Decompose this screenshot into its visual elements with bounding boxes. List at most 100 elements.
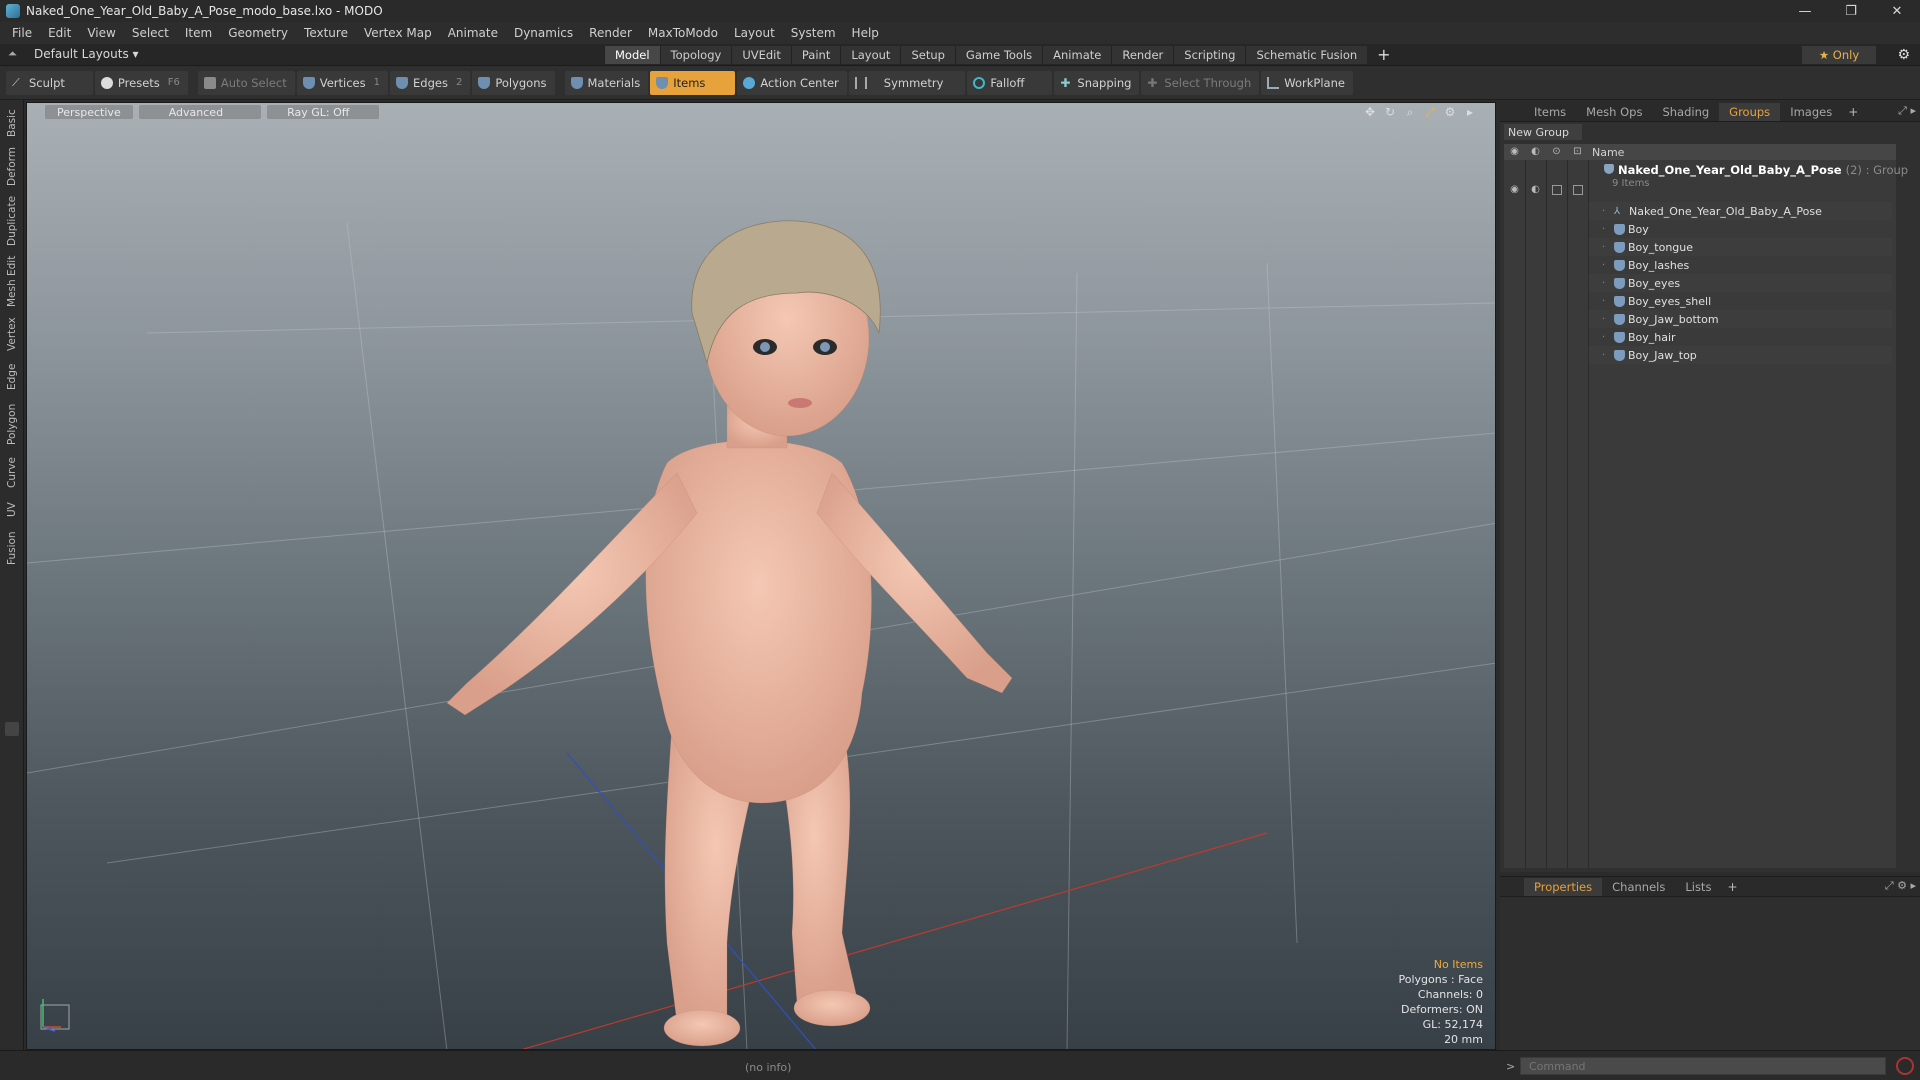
- lock-column-icon[interactable]: ⊙: [1546, 144, 1567, 160]
- tab-lists[interactable]: Lists: [1675, 878, 1721, 896]
- menu-dynamics[interactable]: Dynamics: [506, 26, 581, 40]
- vtab-basic[interactable]: Basic: [4, 106, 20, 140]
- menu-render[interactable]: Render: [581, 26, 640, 40]
- menu-vertex-map[interactable]: Vertex Map: [356, 26, 440, 40]
- vtab-edge[interactable]: Edge: [4, 360, 20, 394]
- tab-animate[interactable]: Animate: [1042, 46, 1112, 64]
- tab-model[interactable]: Model: [604, 46, 660, 64]
- tab-render[interactable]: Render: [1111, 46, 1174, 64]
- symmetry-button[interactable]: Symmetry: [848, 70, 966, 95]
- raygl-button[interactable]: Ray GL: Off: [267, 105, 380, 119]
- materials-button[interactable]: Materials: [564, 70, 649, 95]
- vtab-vertex[interactable]: Vertex: [4, 314, 20, 354]
- vtab-fusion[interactable]: Fusion: [4, 528, 20, 568]
- menu-layout[interactable]: Layout: [726, 26, 783, 40]
- group-visibility-icon[interactable]: ◉: [1504, 184, 1525, 198]
- shading-button[interactable]: Advanced: [138, 105, 262, 119]
- list-item[interactable]: · Boy_eyes: [1588, 274, 1892, 292]
- menu-select[interactable]: Select: [124, 26, 177, 40]
- tab-setup[interactable]: Setup: [900, 46, 955, 64]
- group-render-icon[interactable]: ◐: [1525, 184, 1546, 198]
- menu-system[interactable]: System: [783, 26, 844, 40]
- pan-icon[interactable]: ✥: [1363, 105, 1377, 119]
- command-record-icon[interactable]: [1896, 1057, 1914, 1075]
- tab-shading[interactable]: Shading: [1652, 103, 1719, 121]
- vtab-duplicate[interactable]: Duplicate: [4, 194, 20, 248]
- new-group-button[interactable]: New Group: [1504, 124, 1582, 140]
- expand-panel-icon[interactable]: ⤢ ▸: [1898, 104, 1916, 118]
- 3d-viewport[interactable]: Perspective Advanced Ray GL: Off ✥ ↻ ⌕ ⤢…: [26, 102, 1496, 1050]
- add-panel-tab-icon[interactable]: +: [1848, 105, 1858, 119]
- list-item[interactable]: · ⅄ Naked_One_Year_Old_Baby_A_Pose: [1588, 202, 1892, 220]
- tab-properties[interactable]: Properties: [1524, 877, 1603, 896]
- tab-topology[interactable]: Topology: [659, 46, 732, 64]
- vtab-polygon[interactable]: Polygon: [4, 400, 20, 448]
- menu-texture[interactable]: Texture: [296, 26, 356, 40]
- list-item[interactable]: · Boy_lashes: [1588, 256, 1892, 274]
- list-item[interactable]: · Boy: [1588, 220, 1892, 238]
- tab-items[interactable]: Items: [1524, 103, 1576, 121]
- baby-model[interactable]: [446, 239, 1013, 1047]
- workplane-button[interactable]: WorkPlane: [1261, 70, 1353, 95]
- vtab-deform[interactable]: Deform: [4, 144, 20, 188]
- action-center-button[interactable]: Action Center: [737, 70, 847, 95]
- tab-layout[interactable]: Layout: [840, 46, 901, 64]
- gear-icon[interactable]: ⚙: [1897, 47, 1910, 63]
- expand-properties-icon[interactable]: ⤢ ⚙ ▸: [1885, 879, 1916, 893]
- menu-file[interactable]: File: [4, 26, 40, 40]
- view-type-button[interactable]: Perspective: [45, 105, 133, 119]
- tab-game-tools[interactable]: Game Tools: [954, 46, 1043, 64]
- vtab-uv[interactable]: UV: [4, 498, 20, 522]
- select-column-icon[interactable]: ⊡: [1567, 144, 1588, 160]
- tab-schematic-fusion[interactable]: Schematic Fusion: [1245, 46, 1368, 64]
- rotate-icon[interactable]: ↻: [1383, 105, 1397, 119]
- viewport-menu-icon[interactable]: ▸: [1463, 105, 1477, 119]
- list-item[interactable]: · Boy_Jaw_top: [1588, 346, 1892, 364]
- add-properties-tab-icon[interactable]: +: [1727, 880, 1737, 894]
- visibility-column-icon[interactable]: ◉: [1504, 144, 1525, 160]
- edges-button[interactable]: Edges 2: [390, 70, 471, 95]
- add-tab-icon[interactable]: +: [1377, 46, 1390, 64]
- menu-edit[interactable]: Edit: [40, 26, 79, 40]
- restore-icon[interactable]: ❐: [1828, 0, 1874, 22]
- close-icon[interactable]: ✕: [1874, 0, 1920, 22]
- list-item[interactable]: · Boy_hair: [1588, 328, 1892, 346]
- vtab-mesh-edit[interactable]: Mesh Edit: [4, 254, 20, 308]
- tab-uvedit[interactable]: UVEdit: [731, 46, 791, 64]
- snapping-button[interactable]: ✚ Snapping: [1054, 70, 1140, 95]
- list-item[interactable]: · Boy_eyes_shell: [1588, 292, 1892, 310]
- group-lock-toggle[interactable]: [1546, 184, 1567, 198]
- tab-images[interactable]: Images: [1780, 103, 1842, 121]
- group-select-toggle[interactable]: [1567, 184, 1588, 198]
- list-item[interactable]: · Boy_Jaw_bottom: [1588, 310, 1892, 328]
- menu-animate[interactable]: Animate: [440, 26, 506, 40]
- only-button[interactable]: ★ Only: [1802, 46, 1876, 64]
- group-row[interactable]: Naked_One_Year_Old_Baby_A_Pose (2) : Gro…: [1588, 162, 1908, 192]
- vertices-button[interactable]: Vertices 1: [296, 70, 388, 95]
- menu-geometry[interactable]: Geometry: [220, 26, 296, 40]
- layout-selector[interactable]: ⏶ Default Layouts ▾: [8, 47, 139, 61]
- tab-channels[interactable]: Channels: [1602, 878, 1675, 896]
- render-column-icon[interactable]: ◐: [1525, 144, 1546, 160]
- menu-maxtomodo[interactable]: MaxToModo: [640, 26, 726, 40]
- sculpt-button[interactable]: ⟋ Sculpt: [6, 70, 93, 95]
- tab-groups[interactable]: Groups: [1719, 102, 1781, 121]
- menu-view[interactable]: View: [79, 26, 123, 40]
- minimize-icon[interactable]: —: [1782, 0, 1828, 22]
- select-through-button[interactable]: ✚ Select Through: [1141, 70, 1260, 95]
- left-panel-toggle[interactable]: [5, 722, 19, 736]
- tab-mesh-ops[interactable]: Mesh Ops: [1576, 103, 1652, 121]
- viewport-settings-icon[interactable]: ⚙: [1443, 105, 1457, 119]
- tab-paint[interactable]: Paint: [790, 46, 841, 64]
- command-input[interactable]: [1520, 1057, 1886, 1075]
- presets-button[interactable]: Presets F6: [94, 70, 188, 95]
- menu-help[interactable]: Help: [844, 26, 887, 40]
- falloff-button[interactable]: Falloff: [967, 70, 1053, 95]
- auto-select-button[interactable]: Auto Select: [197, 70, 295, 95]
- zoom-icon[interactable]: ⌕: [1403, 105, 1417, 119]
- items-button[interactable]: Items: [650, 70, 736, 95]
- tab-scripting[interactable]: Scripting: [1173, 46, 1246, 64]
- menu-item[interactable]: Item: [177, 26, 220, 40]
- fit-icon[interactable]: ⤢: [1423, 105, 1437, 119]
- vtab-curve[interactable]: Curve: [4, 454, 20, 492]
